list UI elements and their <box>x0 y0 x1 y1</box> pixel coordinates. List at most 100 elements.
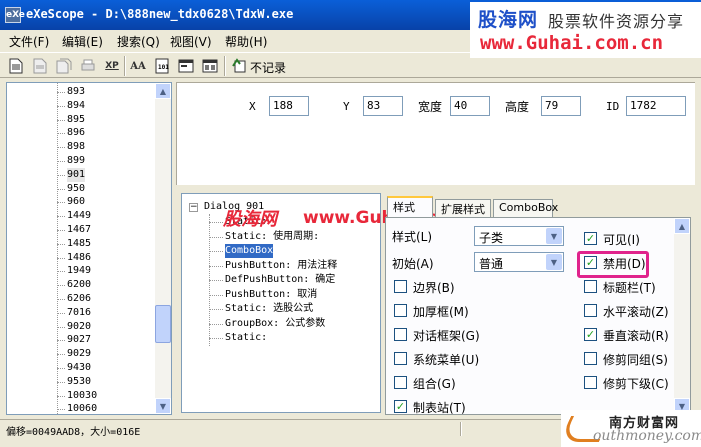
tree-item[interactable]: 893 <box>67 85 85 99</box>
x-field[interactable]: 188 <box>269 96 309 116</box>
tree-item[interactable]: 9430 <box>67 361 91 375</box>
tree-connector <box>57 147 65 149</box>
checkbox[interactable] <box>584 376 597 389</box>
checkbox[interactable] <box>584 352 597 365</box>
tree-item[interactable]: 1949 <box>67 264 91 278</box>
menu-help[interactable]: 帮助(H) <box>225 33 267 50</box>
scroll-up-icon[interactable]: ▲ <box>674 218 690 234</box>
left-scrollbar[interactable]: ▲ ▼ <box>155 83 171 414</box>
checkbox-label[interactable]: 对话框架(G) <box>413 327 480 344</box>
scroll-up-icon[interactable]: ▲ <box>155 83 171 99</box>
checkbox[interactable] <box>394 328 407 341</box>
checkbox-label[interactable]: 可见(I) <box>603 231 640 248</box>
menu-file[interactable]: 文件(F) <box>9 33 49 50</box>
tree-item[interactable]: 9530 <box>67 375 91 389</box>
dialog-control-item[interactable]: PushButton: 取消 <box>225 288 317 302</box>
tab-style[interactable]: 样式 <box>387 196 433 218</box>
tree-item[interactable]: 901 <box>67 167 86 182</box>
tree-item[interactable]: 10030 <box>67 389 97 403</box>
style-tab-panel: 样式(L) 子类 ▼ 初始(A) 普通 ▼ 边界(B) 加厚框(M) 对话框架(G)… <box>385 217 691 415</box>
tree-item[interactable]: 899 <box>67 154 85 168</box>
panel-scrollbar[interactable]: ▲ ▼ <box>674 218 690 414</box>
print-icon[interactable] <box>78 56 98 76</box>
tree-item[interactable]: 950 <box>67 182 85 196</box>
tree-item[interactable]: 894 <box>67 99 85 113</box>
checkbox[interactable] <box>584 304 597 317</box>
checkbox[interactable] <box>394 304 407 317</box>
tree-connector <box>57 230 65 231</box>
tree-item[interactable]: 898 <box>67 140 85 154</box>
width-field[interactable]: 40 <box>450 96 490 116</box>
dialog-control-item[interactable]: GroupBox: 公式参数 <box>225 317 325 331</box>
binary-icon[interactable]: 101 <box>152 56 172 76</box>
new-file-icon[interactable] <box>6 56 26 76</box>
tree-item[interactable]: 10060 <box>67 402 97 414</box>
menu-view[interactable]: 视图(V) <box>170 33 212 50</box>
collapse-icon[interactable]: − <box>189 203 198 212</box>
checkbox[interactable]: ✓ <box>584 232 597 245</box>
dialog-control-item[interactable]: ComboBox <box>225 244 274 258</box>
style-select[interactable]: 子类 ▼ <box>474 226 564 246</box>
checkbox-label[interactable]: 加厚框(M) <box>413 303 469 320</box>
tree-connector <box>209 309 223 310</box>
tree-connector <box>57 92 65 93</box>
checkbox-label[interactable]: 水平滚动(Z) <box>603 303 669 320</box>
form-icon[interactable] <box>200 56 220 76</box>
id-field[interactable]: 1782 <box>626 96 686 116</box>
resource-tree[interactable]: 893 894 895 896 898 899 901 950 960 1449 1467 1485 1… <box>6 82 172 415</box>
tree-item[interactable]: 9020 <box>67 320 91 334</box>
tree-item[interactable]: 6200 <box>67 278 91 292</box>
checkbox[interactable]: ✓ <box>584 328 597 341</box>
height-field[interactable]: 79 <box>541 96 581 116</box>
checkbox-label[interactable]: 修剪下级(C) <box>603 375 669 392</box>
tab-combobox[interactable]: ComboBox <box>493 199 558 217</box>
tree-item[interactable]: 895 <box>67 113 85 127</box>
dialog-icon[interactable] <box>176 56 196 76</box>
initial-label: 初始(A) <box>392 257 434 271</box>
menu-edit[interactable]: 编辑(E) <box>62 33 103 50</box>
checkbox[interactable] <box>584 280 597 293</box>
tree-item[interactable]: 896 <box>67 126 85 140</box>
checkbox-label[interactable]: 垂直滚动(R) <box>603 327 669 344</box>
initial-select[interactable]: 普通 ▼ <box>474 252 564 272</box>
tree-item[interactable]: 1467 <box>67 223 91 237</box>
checkbox-label[interactable]: 修剪同组(S) <box>603 351 668 368</box>
no-record-label[interactable]: 不记录 <box>250 59 286 76</box>
tree-item[interactable]: 6206 <box>67 292 91 306</box>
checkbox-label[interactable]: 标题栏(T) <box>603 279 656 296</box>
font-icon[interactable]: AA <box>128 56 148 76</box>
tree-item[interactable]: 7016 <box>67 306 91 320</box>
tab-extended-style[interactable]: 扩展样式 <box>435 199 491 217</box>
tree-item[interactable]: 9029 <box>67 347 91 361</box>
tree-item[interactable]: 960 <box>67 195 85 209</box>
save-icon[interactable] <box>30 56 50 76</box>
tree-item[interactable]: 1485 <box>67 237 91 251</box>
xp-icon[interactable]: XP <box>102 56 122 76</box>
checkbox[interactable]: ✓ <box>394 400 407 413</box>
no-record-icon[interactable] <box>230 56 250 76</box>
width-label: 宽度 <box>418 100 443 114</box>
tree-item[interactable]: 1486 <box>67 251 91 265</box>
dialog-control-item[interactable]: PushButton: 用法注释 <box>225 259 337 273</box>
dialog-control-item[interactable]: Static: 选股公式 <box>225 302 313 316</box>
checkbox[interactable] <box>394 280 407 293</box>
checkbox[interactable] <box>394 352 407 365</box>
checkbox-label[interactable]: 系统菜单(U) <box>413 351 479 368</box>
checkbox-label[interactable]: 边界(B) <box>413 279 455 296</box>
app-icon[interactable]: eXe <box>5 7 25 23</box>
checkbox[interactable] <box>394 376 407 389</box>
dialog-control-item[interactable]: DefPushButton: 确定 <box>225 273 335 287</box>
menu-search[interactable]: 搜索(Q) <box>117 33 160 50</box>
chevron-down-icon[interactable]: ▼ <box>546 228 562 244</box>
checkbox-label[interactable]: 制表站(T) <box>413 399 466 416</box>
scrollbar-thumb[interactable] <box>155 305 171 343</box>
chevron-down-icon[interactable]: ▼ <box>546 254 562 270</box>
save-all-icon[interactable] <box>54 56 74 76</box>
y-field[interactable]: 83 <box>363 96 403 116</box>
dialog-control-item[interactable]: Static: <box>225 331 267 345</box>
checkbox-label[interactable]: 组合(G) <box>413 375 456 392</box>
tree-item[interactable]: 1449 <box>67 209 91 223</box>
scroll-down-icon[interactable]: ▼ <box>155 398 171 414</box>
tree-item[interactable]: 9027 <box>67 333 91 347</box>
dialog-control-item[interactable]: Static: 使用周期: <box>225 230 319 244</box>
